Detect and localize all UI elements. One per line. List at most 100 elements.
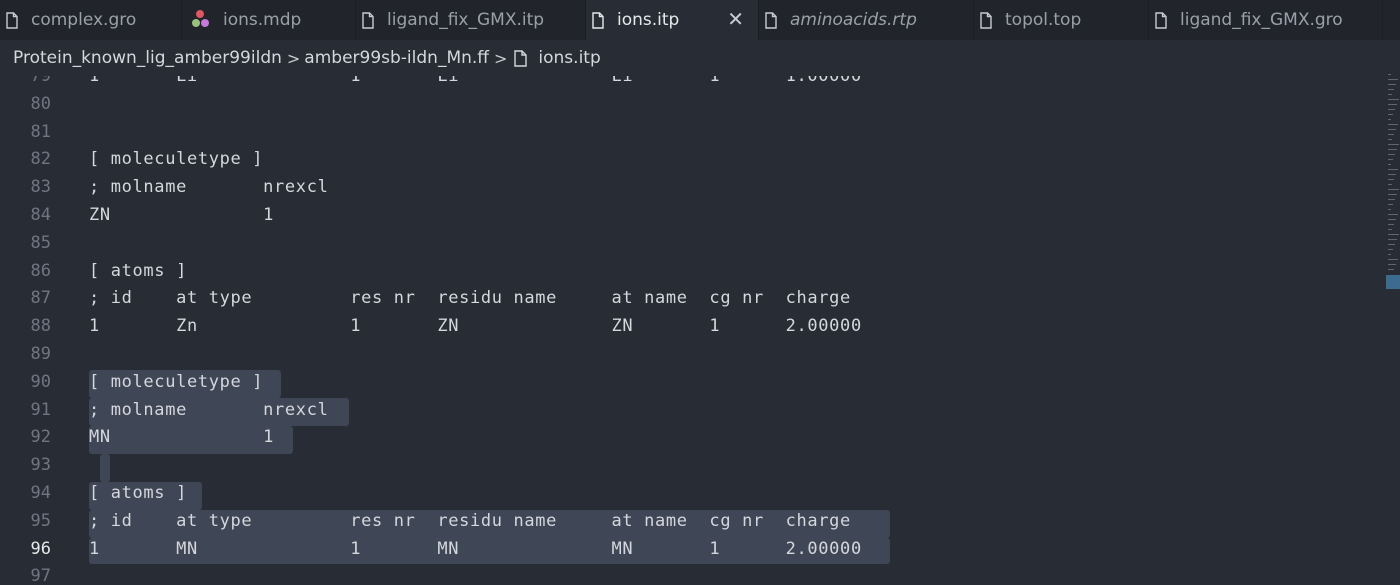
close-icon[interactable]: ✕	[727, 8, 744, 30]
code-line: 93	[0, 451, 1386, 479]
minimap-line	[1388, 94, 1392, 95]
minimap-line	[1388, 174, 1396, 175]
tab-label: ions.mdp	[223, 10, 302, 30]
line-number: 95	[30, 510, 51, 531]
tab-label: ligand_fix_GMX.gro	[1180, 10, 1343, 30]
tab-label: topol.top	[1005, 10, 1082, 30]
breadcrumb-separator: >	[494, 48, 508, 68]
minimap-line	[1388, 269, 1394, 270]
code-line: 94 [ atoms ]	[0, 479, 1386, 507]
code-line: 90 [ moleculetype ]	[0, 368, 1386, 396]
minimap-line	[1388, 159, 1393, 160]
file-icon	[1155, 11, 1167, 29]
code-line: 96 1 MN 1 MN MN 1 2.00000	[0, 535, 1386, 563]
tab-ions-mdp[interactable]: ions.mdp	[182, 0, 356, 40]
line-number: 97	[30, 566, 51, 585]
breadcrumb-folder-2[interactable]: amber99sb-ildn_Mn.ff	[304, 48, 489, 68]
code-line: 86 [ atoms ]	[0, 257, 1386, 285]
minimap-line	[1388, 134, 1394, 135]
line-number: 92	[30, 427, 51, 448]
minimap-line	[1388, 239, 1397, 240]
tab-topol-top[interactable]: topol.top	[974, 0, 1149, 40]
minimap-line	[1388, 79, 1398, 80]
minimap[interactable]	[1386, 70, 1400, 585]
minimap-line	[1388, 224, 1394, 225]
minimap-line	[1388, 194, 1397, 195]
code-text: [ moleculetype ]	[89, 371, 264, 392]
minimap-line	[1388, 89, 1394, 90]
code-line: 97	[0, 562, 1386, 585]
line-number: 81	[30, 121, 51, 142]
minimap-line	[1388, 219, 1396, 220]
line-number: 86	[30, 260, 51, 281]
minimap-line	[1388, 264, 1396, 265]
minimap-line	[1388, 189, 1399, 190]
file-icon	[6, 11, 18, 29]
minimap-line	[1388, 104, 1397, 105]
minimap-line	[1388, 199, 1395, 200]
line-number: 88	[30, 316, 51, 337]
minimap-viewport[interactable]	[1386, 275, 1400, 289]
code-line: 89	[0, 340, 1386, 368]
code-text: 1 Zn 1 ZN ZN 1 2.00000	[89, 316, 862, 337]
line-number: 96	[30, 538, 51, 559]
code-line: 85	[0, 229, 1386, 257]
breadcrumb-folder-1[interactable]: Protein_known_lig_amber99ildn	[13, 48, 282, 68]
file-icon	[765, 11, 777, 29]
breadcrumb-separator: >	[286, 48, 301, 68]
code-line: 92 MN 1	[0, 423, 1386, 451]
minimap-line	[1388, 229, 1392, 230]
minimap-line	[1388, 114, 1393, 115]
line-number: 93	[30, 455, 51, 476]
file-icon	[980, 11, 992, 29]
line-number: 80	[30, 93, 51, 114]
tab-bar: complex.gro ions.mdp ligand_fix_GMX.itp ion…	[0, 0, 1400, 40]
line-number: 89	[30, 344, 51, 364]
minimap-line	[1388, 139, 1392, 140]
line-number: 87	[30, 288, 51, 309]
line-number: 83	[30, 177, 51, 198]
minimap-line	[1388, 169, 1398, 170]
code-editor[interactable]: 79 1 Li 1 Li Li 1 1.00000 80 81 82 [ molecule…	[0, 76, 1386, 585]
code-text: MN 1	[89, 427, 275, 448]
line-number: 79	[30, 76, 51, 86]
line-number: 85	[30, 232, 51, 253]
line-number: 84	[30, 205, 51, 225]
line-number: 91	[30, 399, 51, 420]
code-line: 82 [ moleculetype ]	[0, 145, 1386, 173]
code-text: ; molname nrexcl	[89, 177, 329, 198]
code-line: 81	[0, 118, 1386, 146]
minimap-line	[1388, 144, 1399, 145]
minimap-line	[1388, 214, 1398, 215]
file-icon	[592, 11, 604, 29]
minimap-line	[1388, 254, 1391, 255]
tab-ions-itp[interactable]: ions.itp ✕	[586, 0, 759, 40]
line-number: 94	[30, 483, 51, 503]
tab-ligand-fix-gmx-itp[interactable]: ligand_fix_GMX.itp	[356, 0, 586, 40]
tab-label: ligand_fix_GMX.itp	[387, 10, 545, 30]
code-text: 1 Li 1 Li Li 1 1.00000	[89, 76, 862, 86]
code-text: 1 MN 1 MN MN 1 2.00000	[89, 538, 862, 559]
code-text: ; id at type res nr residu name at name …	[89, 510, 851, 531]
minimap-line	[1388, 84, 1396, 85]
minimap-line	[1388, 99, 1399, 100]
code-line: 87 ; id at type res nr residu name at nam…	[0, 284, 1386, 312]
breadcrumb: Protein_known_lig_amber99ildn > amber99s…	[0, 40, 1400, 76]
code-line: 91 ; molname nrexcl	[0, 396, 1386, 424]
tab-label: ions.itp	[617, 10, 680, 30]
line-number: 82	[30, 149, 51, 170]
code-line: 83 ; molname nrexcl	[0, 173, 1386, 201]
tab-ligand-fix-gmx-gro[interactable]: ligand_fix_GMX.gro	[1149, 0, 1383, 40]
minimap-line	[1388, 154, 1395, 155]
tab-label: complex.gro	[31, 10, 137, 30]
code-line: 95 ; id at type res nr residu name at nam…	[0, 507, 1386, 535]
minimap-line	[1388, 209, 1391, 210]
breadcrumb-file[interactable]: ions.itp	[538, 48, 600, 68]
tab-complex-gro[interactable]: complex.gro	[0, 0, 182, 40]
minimap-line	[1388, 234, 1399, 235]
minimap-line	[1388, 149, 1397, 150]
code-text: ZN 1	[89, 205, 275, 225]
tab-aminoacids-rtp[interactable]: aminoacids.rtp	[759, 0, 974, 40]
tab-label: aminoacids.rtp	[790, 10, 917, 30]
minimap-line	[1388, 204, 1393, 205]
